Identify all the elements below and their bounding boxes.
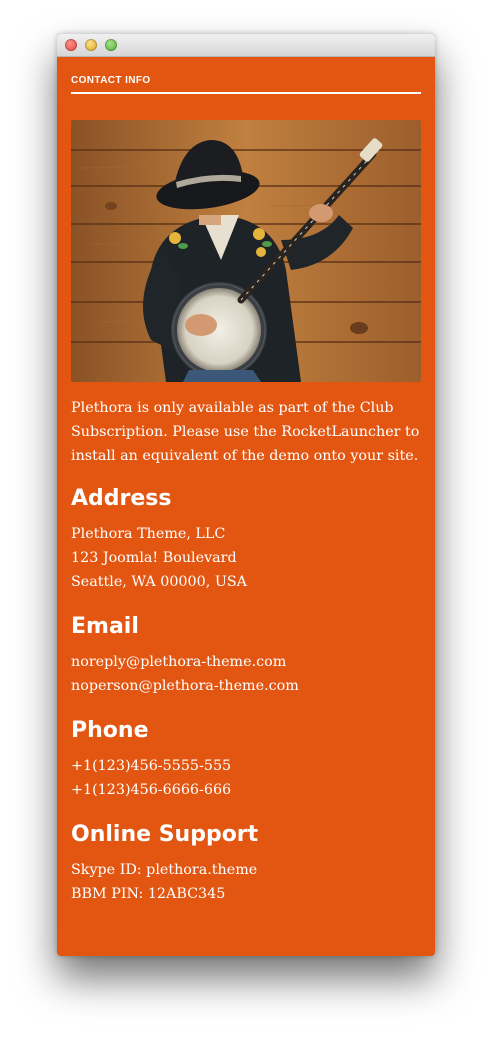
address-heading: Address [71,486,172,511]
email-section: Email noreply@plethora-theme.com noperso… [71,614,421,698]
email-heading: Email [71,614,139,639]
phone-section: Phone +1(123)456-5555-555 +1(123)456-666… [71,718,421,802]
zoom-window-button[interactable] [105,39,117,51]
support-section: Online Support Skype ID: plethora.theme … [71,822,421,906]
phone-number: +1(123)456-6666-666 [71,782,232,798]
address-lines: Plethora Theme, LLC 123 Joomla! Boulevar… [71,522,421,594]
address-line: 123 Joomla! Boulevard [71,550,237,566]
support-lines: Skype ID: plethora.theme BBM PIN: 12ABC3… [71,858,421,906]
address-section: Address Plethora Theme, LLC 123 Joomla! … [71,486,421,594]
minimize-window-button[interactable] [85,39,97,51]
browser-window: CONTACT INFO Plethora is only available … [57,34,435,956]
address-line: Seattle, WA 00000, USA [71,574,247,590]
support-heading: Online Support [71,822,259,847]
phone-number: +1(123)456-5555-555 [71,758,232,774]
banjo-player-illustration [71,120,421,382]
intro-text: Plethora is only available as part of th… [71,400,420,464]
phone-heading: Phone [71,718,149,743]
address-line: Plethora Theme, LLC [71,526,226,542]
close-window-button[interactable] [65,39,77,51]
phone-lines: +1(123)456-5555-555 +1(123)456-6666-666 [71,754,421,802]
bbm-pin: BBM PIN: 12ABC345 [71,886,226,902]
contact-info-widget: CONTACT INFO Plethora is only available … [71,57,421,906]
window-titlebar [57,34,435,57]
widget-title: CONTACT INFO [71,75,421,94]
email-link[interactable]: noreply@plethora-theme.com [71,650,421,674]
skype-id: Skype ID: plethora.theme [71,862,258,878]
banjo-player-image [71,120,421,382]
email-lines: noreply@plethora-theme.com noperson@plet… [71,650,421,698]
email-link[interactable]: noperson@plethora-theme.com [71,674,421,698]
